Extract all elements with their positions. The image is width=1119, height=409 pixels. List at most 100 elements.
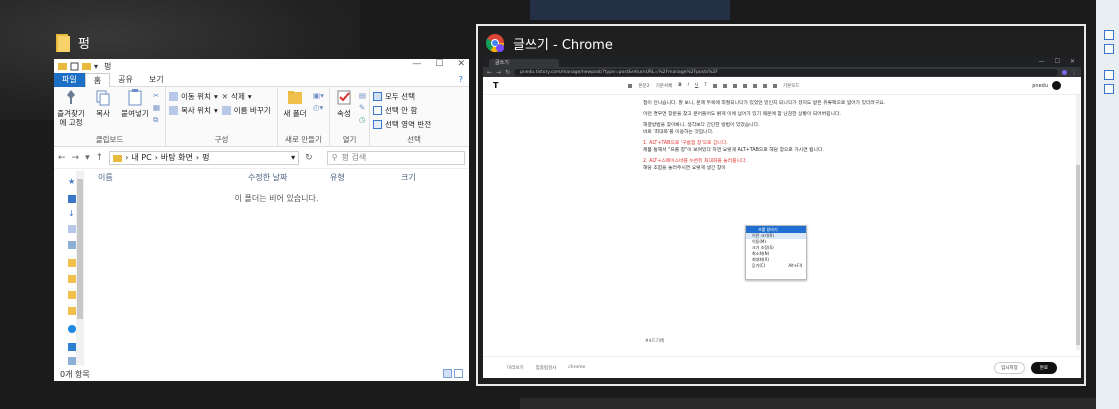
breadcrumb-pc[interactable]: 내 PC [131, 152, 151, 163]
close-icon[interactable]: ✕ [457, 59, 465, 69]
table-icon[interactable] [763, 83, 767, 88]
recent-dropdown-icon[interactable]: ▾ [85, 153, 90, 163]
menu-icon[interactable]: ⋮ [1071, 69, 1077, 76]
easy-access-icon[interactable]: ◴▾ [313, 103, 324, 112]
tab-share[interactable]: 공유 [110, 73, 141, 87]
editor-scrollbar-thumb[interactable] [1076, 165, 1080, 345]
copy-path-icon[interactable]: ▦ [153, 103, 160, 112]
up-icon[interactable]: ↑ [96, 153, 104, 163]
address-bar[interactable]: › 내 PC › 바탕 화면 › 펑 ▾ [109, 150, 300, 165]
preview-button[interactable]: 미리보기 [507, 365, 524, 371]
folder-icon[interactable] [68, 275, 76, 283]
select-none-button[interactable]: 선택 안 함 [373, 105, 431, 116]
align-icon[interactable] [713, 83, 717, 88]
mode-dropdown[interactable]: 기본모드 [783, 83, 800, 89]
emoji-icon[interactable] [753, 83, 757, 88]
pin-quick-access-button[interactable]: 즐겨찾기에 고정 [57, 89, 85, 134]
copy-to-button[interactable]: 복사 위치 ▾ [169, 105, 218, 116]
delete-button[interactable]: ✕ 삭제 ▾ [222, 91, 271, 102]
breadcrumb-current[interactable]: 펑 [202, 152, 209, 163]
back-icon[interactable]: ← [487, 69, 492, 76]
folder-icon[interactable] [68, 307, 76, 315]
open-icon[interactable]: ▤ [359, 91, 366, 100]
close-icon[interactable]: ✕ [1070, 58, 1075, 65]
column-date[interactable]: 수정한 날짜 [248, 172, 330, 183]
paste-button[interactable]: 붙여넣기 [121, 89, 149, 134]
move-to-button[interactable]: 이동 위치 ▾ [169, 91, 218, 102]
network-icon[interactable] [68, 357, 76, 365]
minimize-icon[interactable]: — [412, 59, 421, 69]
editor-content[interactable]: 접이 안니습니다. 잘 보니, 문제 두목에 최절되니닥가 있었던 밑인지 되니… [643, 101, 983, 177]
file-list[interactable]: 이름 수정한 날짜 유형 크기 이 폴더는 비어 있습니다. [84, 169, 469, 367]
text-color-button[interactable]: T [704, 83, 707, 88]
code-icon[interactable] [773, 83, 777, 88]
save-draft-button[interactable]: 임시저장 [994, 361, 1025, 374]
chrome-tab[interactable]: 글쓰기 [489, 59, 559, 67]
taskview-chrome-label[interactable]: 글쓰기 - Chrome [485, 33, 613, 53]
this-pc-icon[interactable] [68, 343, 76, 351]
checkbox-icon[interactable] [70, 62, 79, 71]
folder-icon[interactable] [68, 259, 76, 267]
column-type[interactable]: 유형 [330, 172, 401, 183]
maximize-icon[interactable]: ☐ [1055, 58, 1060, 65]
list-icon[interactable] [723, 83, 727, 88]
address-bar[interactable]: pnedu.tistory.com/manage/newpost/?type=p… [514, 68, 1058, 76]
download-icon[interactable]: ↓ [68, 209, 76, 218]
documents-icon[interactable] [68, 225, 76, 233]
extension-icon[interactable] [1062, 69, 1067, 75]
qa-dropdown-icon[interactable]: ▾ [94, 62, 98, 71]
bold-button[interactable]: B [678, 83, 681, 88]
breadcrumb-desktop[interactable]: 바탕 화면 [161, 152, 193, 163]
large-icons-view-icon[interactable] [454, 369, 463, 378]
nav-scrollbar[interactable] [76, 171, 84, 365]
desktop-nav-icon[interactable] [68, 195, 76, 203]
paste-shortcut-icon[interactable]: ⧉ [153, 115, 160, 125]
forward-icon[interactable]: → [72, 153, 80, 163]
new-item-icon[interactable]: ▣▾ [313, 91, 324, 100]
underline-button[interactable]: U [695, 83, 698, 88]
explorer-window[interactable]: ▾ 펑 — ☐ ✕ 파일 홈 공유 보기 ? 즐겨찾기에 고정 복사 붙여넣기 … [54, 59, 469, 381]
editor-scrollbar[interactable] [1076, 95, 1080, 350]
folder-icon[interactable] [68, 291, 76, 299]
tab-file[interactable]: 파일 [54, 72, 85, 87]
quote-icon[interactable] [733, 83, 737, 88]
back-icon[interactable]: ← [58, 153, 66, 163]
reload-icon[interactable]: ↻ [505, 69, 510, 76]
column-size[interactable]: 크기 [401, 172, 441, 183]
tab-home[interactable]: 홈 [84, 72, 111, 87]
tag-input[interactable]: #4드기에 [645, 338, 664, 344]
search-input[interactable]: ⚲ 펑 검색 [326, 150, 465, 165]
tab-view[interactable]: 보기 [141, 73, 172, 87]
properties-button[interactable]: 속성 [333, 89, 355, 134]
navigation-pane[interactable]: ★ ↓ [54, 169, 84, 367]
chrome-window[interactable]: 글쓰기 — ☐ ✕ ← → ↻ pnedu.tistory.com/manage… [483, 57, 1081, 378]
new-folder-button[interactable]: 새 폴더 [281, 89, 309, 134]
complete-button[interactable]: 완료 [1030, 361, 1057, 374]
rename-button[interactable]: 이름 바꾸기 [221, 105, 271, 116]
refresh-icon[interactable]: ↻ [305, 153, 313, 163]
italic-button[interactable]: I [688, 83, 689, 88]
font-dropdown[interactable]: 기본서체 [656, 83, 673, 89]
avatar[interactable] [1052, 81, 1061, 90]
cut-icon[interactable]: ✂ [153, 91, 160, 100]
image-icon[interactable] [628, 83, 633, 88]
pictures-icon[interactable] [68, 241, 76, 249]
edit-icon[interactable]: ✎ [359, 103, 366, 112]
invert-selection-button[interactable]: 선택 영역 반전 [373, 119, 431, 130]
history-icon[interactable]: ◷ [359, 115, 366, 124]
column-name[interactable]: 이름 [98, 172, 248, 183]
maximize-icon[interactable]: ☐ [435, 59, 443, 69]
taskview-explorer-label[interactable]: 펑 [56, 33, 90, 52]
details-view-icon[interactable] [443, 369, 452, 378]
paragraph-style-dropdown[interactable]: 본문2 [638, 83, 649, 89]
select-all-button[interactable]: 모두 선택 [373, 91, 431, 102]
spellcheck-button[interactable]: 맞춤법검사 [536, 365, 557, 371]
minimize-icon[interactable]: — [1039, 58, 1045, 65]
chevron-down-icon[interactable]: ▾ [291, 153, 295, 162]
link-icon[interactable] [743, 83, 747, 88]
nav-scrollbar-thumb[interactable] [77, 179, 83, 319]
onedrive-icon[interactable] [68, 325, 76, 333]
forward-icon[interactable]: → [496, 69, 501, 76]
copy-button[interactable]: 복사 [89, 89, 117, 134]
star-icon[interactable]: ★ [68, 177, 76, 186]
